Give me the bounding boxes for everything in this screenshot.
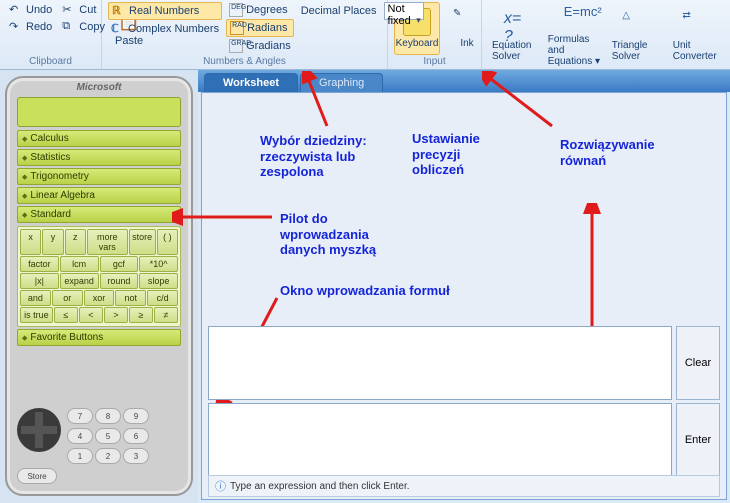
output-box	[208, 403, 672, 477]
enter-button[interactable]: Enter	[676, 403, 720, 477]
grad-icon: GRAD	[229, 39, 243, 53]
annot-precision: Ustawianie precyzji obliczeń	[412, 131, 480, 178]
key-xor[interactable]: xor	[84, 290, 115, 306]
key-exp10[interactable]: *10^	[139, 256, 178, 272]
acc-standard[interactable]: Standard	[17, 206, 181, 223]
acc-calculus[interactable]: Calculus	[17, 130, 181, 147]
tab-worksheet[interactable]: Worksheet	[204, 73, 298, 92]
gradians-button[interactable]: GRADGradians	[226, 38, 294, 54]
scissors-icon: ✂	[62, 3, 76, 17]
decimal-places-label: Decimal Places	[298, 4, 380, 18]
real-icon: ℝ	[112, 4, 126, 18]
device-screen	[17, 97, 181, 127]
key-and[interactable]: and	[20, 290, 51, 306]
key-morevars[interactable]: more vars	[87, 229, 128, 255]
worksheet-tabs: Worksheet Graphing	[198, 70, 730, 92]
numbers-group-label: Numbers & Angles	[108, 55, 381, 69]
unit-converter-button[interactable]: ⇄Unit Converter	[669, 2, 724, 69]
formulas-button[interactable]: E=mc²Formulas and Equations ▾	[552, 2, 604, 69]
ink-icon: ✎	[453, 8, 481, 36]
hwkey-7[interactable]: 7	[67, 408, 93, 424]
rad-icon: RAD	[230, 21, 244, 35]
key-lt[interactable]: <	[79, 307, 103, 323]
annot-input: Okno wprowadzania formuł	[280, 283, 450, 299]
formulas-icon: E=mc²	[564, 4, 592, 32]
key-round[interactable]: round	[100, 273, 139, 289]
key-istrue[interactable]: is true	[20, 307, 53, 323]
acc-trigonometry[interactable]: Trigonometry	[17, 168, 181, 185]
eqsolver-icon: x=?	[504, 10, 532, 38]
undo-button[interactable]: ↶Undo	[6, 2, 55, 18]
key-abs[interactable]: |x|	[20, 273, 59, 289]
arrow-precision	[302, 71, 332, 131]
key-lcm[interactable]: lcm	[60, 256, 99, 272]
calculator-device: Microsoft Calculus Statistics Trigonomet…	[5, 76, 193, 496]
complex-icon: ℂ	[111, 22, 125, 36]
key-gt[interactable]: >	[104, 307, 128, 323]
clipboard-group-label: Clipboard	[6, 55, 95, 69]
key-ne[interactable]: ≠	[154, 307, 178, 323]
key-le[interactable]: ≤	[54, 307, 78, 323]
ribbon: ↶Undo ↷Redo ✂Cut ⧉Copy 📋Paste Clipboard …	[0, 0, 730, 70]
deg-icon: DEG	[229, 3, 243, 17]
undo-icon: ↶	[9, 3, 23, 17]
key-z[interactable]: z	[65, 229, 86, 255]
input-pad-panel: Microsoft Calculus Statistics Trigonomet…	[0, 70, 198, 503]
hardware-pad: 789 456 123 Store	[7, 408, 191, 486]
key-expand[interactable]: expand	[60, 273, 99, 289]
key-slope[interactable]: slope	[139, 273, 178, 289]
dpad[interactable]	[17, 408, 61, 452]
key-or[interactable]: or	[52, 290, 83, 306]
hwkey-2[interactable]: 2	[95, 448, 121, 464]
key-gcf[interactable]: gcf	[100, 256, 139, 272]
acc-statistics[interactable]: Statistics	[17, 149, 181, 166]
triangle-icon: △	[622, 10, 650, 38]
acc-favorite[interactable]: Favorite Buttons	[17, 329, 181, 346]
annot-pilot: Pilot do wprowadzania danych myszką	[280, 211, 376, 258]
input-group-label: Input	[394, 55, 475, 69]
input-box[interactable]	[208, 326, 672, 400]
degrees-button[interactable]: DEGDegrees	[226, 2, 294, 18]
key-x[interactable]: x	[20, 229, 41, 255]
unit-icon: ⇄	[682, 10, 710, 38]
triangle-solver-button[interactable]: △Triangle Solver	[608, 2, 665, 69]
copy-icon: ⧉	[62, 20, 76, 34]
status-bar: Type an expression and then click Enter.	[208, 475, 720, 497]
hwkey-8[interactable]: 8	[95, 408, 121, 424]
cut-button[interactable]: ✂Cut	[59, 2, 108, 18]
equation-solver-button[interactable]: x=?Equation Solver	[488, 2, 548, 69]
real-numbers-button[interactable]: ℝReal Numbers	[108, 2, 222, 20]
hwkey-3[interactable]: 3	[123, 448, 149, 464]
device-brand: Microsoft	[7, 78, 191, 95]
standard-keypad: xyzmore varsstore( ) factorlcmgcf*10^ |x…	[17, 226, 181, 327]
decimal-places-select[interactable]: Not fixed	[384, 2, 424, 20]
key-parens[interactable]: ( )	[157, 229, 178, 255]
key-frac[interactable]: c/d	[147, 290, 178, 306]
radians-button[interactable]: RADRadians	[226, 19, 294, 37]
hwkey-4[interactable]: 4	[67, 428, 93, 444]
annot-domain: Wybór dziedziny: rzeczywista lub zespolo…	[260, 133, 367, 180]
annot-eqsolve: Rozwiązywanie równań	[560, 137, 655, 168]
acc-linear-algebra[interactable]: Linear Algebra	[17, 187, 181, 204]
copy-button[interactable]: ⧉Copy	[59, 19, 108, 35]
redo-button[interactable]: ↷Redo	[6, 19, 55, 35]
clear-button[interactable]: Clear	[676, 326, 720, 400]
hwkey-store[interactable]: Store	[17, 468, 57, 484]
key-ge[interactable]: ≥	[129, 307, 153, 323]
arrow-pilot	[172, 207, 282, 227]
key-store[interactable]: store	[129, 229, 156, 255]
hwkey-9[interactable]: 9	[123, 408, 149, 424]
complex-numbers-button[interactable]: ℂComplex Numbers	[108, 21, 222, 37]
hwkey-6[interactable]: 6	[123, 428, 149, 444]
worksheet-body: Wybór dziedziny: rzeczywista lub zespolo…	[201, 92, 727, 500]
hwkey-1[interactable]: 1	[67, 448, 93, 464]
arrow-eqsolve	[482, 71, 582, 131]
hwkey-5[interactable]: 5	[95, 428, 121, 444]
redo-icon: ↷	[9, 20, 23, 34]
key-y[interactable]: y	[42, 229, 63, 255]
key-factor[interactable]: factor	[20, 256, 59, 272]
key-not[interactable]: not	[115, 290, 146, 306]
